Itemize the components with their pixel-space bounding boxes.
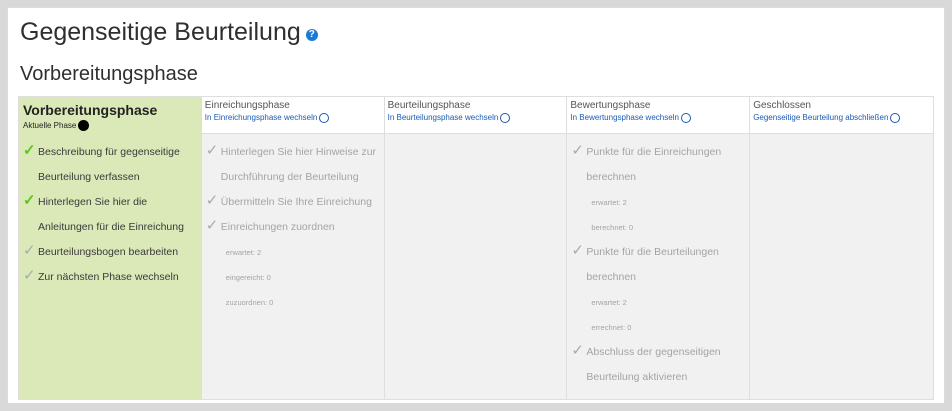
- circle-outline-icon[interactable]: [319, 112, 330, 123]
- task-info: erwartet: 2: [591, 298, 627, 307]
- switch-phase-label[interactable]: Gegenseitige Beurteilung abschließen: [753, 112, 888, 123]
- task-item: ✓ Übermitteln Sie Ihre Einreichung: [206, 190, 380, 215]
- checkmark-outline-icon: ✓: [571, 342, 584, 359]
- checkmark-outline-icon: ✓: [205, 192, 219, 209]
- phase-name: Bewertungsphase: [570, 100, 651, 111]
- task-label[interactable]: Zur nächsten Phase wechseln: [38, 265, 197, 290]
- task-item: ✓ Einreichungen zuordnen: [206, 215, 380, 240]
- phase-header: Beurteilungsphase In Beurteilungsphase w…: [384, 97, 567, 134]
- task-label: Punkte für die Einreichungen berechnen: [586, 146, 722, 183]
- checkmark-outline-icon: ✓: [571, 142, 584, 159]
- page-title: Gegenseitige Beurteilung ?: [20, 18, 318, 47]
- phase-title: Vorbereitungsphase: [20, 63, 198, 85]
- current-phase-dot-icon: [78, 120, 90, 131]
- task-item: ✓ Punkte für die Einreichungen berechnen: [571, 140, 745, 190]
- phase-header: Geschlossen Gegenseitige Beurteilung abs…: [750, 97, 933, 134]
- phase-column-einreichung: Einreichungsphase In Einreichungsphase w…: [201, 97, 385, 399]
- task-label: Einreichungen zuordnen: [220, 221, 335, 233]
- task-info: eingereicht: 0: [225, 273, 271, 282]
- phase-column-geschlossen: Geschlossen Gegenseitige Beurteilung abs…: [750, 97, 933, 399]
- task-label[interactable]: Hinterlegen Sie hier die Anleitungen für…: [38, 190, 197, 240]
- phase-name: Einreichungsphase: [204, 100, 290, 111]
- phase-header: Bewertungsphase In Bewertungsphase wechs…: [567, 97, 750, 134]
- circle-outline-icon[interactable]: [680, 112, 691, 123]
- checkmark-icon: ✓: [23, 192, 36, 209]
- task-list: ✓ Punkte für die Einreichungen berechnen…: [567, 134, 749, 390]
- phase-column-vorbereitung: Vorbereitungsphase Aktuelle Phase ✓ Besc…: [19, 97, 202, 399]
- task-label: Hinterlegen Sie hier Hinweise zur Durchf…: [220, 146, 377, 183]
- phase-header: Einreichungsphase In Einreichungsphase w…: [201, 97, 384, 134]
- task-item: ✓ Punkte für die Beurteilungen berechnen: [571, 240, 745, 290]
- task-info: erwartet: 2: [225, 248, 262, 257]
- switch-phase-link[interactable]: Gegenseitige Beurteilung abschließen: [753, 112, 930, 123]
- task-item: ✓ Hinterlegen Sie hier Hinweise zur Durc…: [206, 140, 380, 190]
- switch-phase-link[interactable]: In Einreichungsphase wechseln: [205, 112, 381, 123]
- switch-phase-link[interactable]: In Beurteilungsphase wechseln: [388, 112, 564, 123]
- phase-column-bewertung: Bewertungsphase In Bewertungsphase wechs…: [567, 97, 751, 399]
- task-label: Punkte für die Beurteilungen berechnen: [586, 246, 719, 283]
- task-item[interactable]: ✓ Zur nächsten Phase wechseln: [23, 265, 197, 290]
- task-list: ✓ Hinterlegen Sie hier Hinweise zur Durc…: [202, 134, 384, 315]
- task-label: Übermitteln Sie Ihre Einreichung: [220, 196, 372, 208]
- checkmark-outline-icon: ✓: [23, 242, 36, 259]
- phase-header: Vorbereitungsphase Aktuelle Phase: [19, 97, 201, 134]
- phase-name: Beurteilungsphase: [387, 100, 471, 111]
- task-item[interactable]: ✓ Beurteilungsbogen bearbeiten: [23, 240, 197, 265]
- task-info: zuzuordnen: 0: [225, 298, 274, 307]
- current-phase-indicator: Aktuelle Phase: [23, 120, 197, 131]
- checkmark-icon: ✓: [23, 142, 36, 159]
- switch-phase-label[interactable]: In Beurteilungsphase wechseln: [388, 112, 499, 123]
- switch-phase-label[interactable]: In Einreichungsphase wechseln: [205, 112, 318, 123]
- circle-outline-icon[interactable]: [890, 112, 901, 123]
- current-phase-label: Aktuelle Phase: [23, 121, 77, 130]
- switch-phase-link[interactable]: In Bewertungsphase wechseln: [570, 112, 746, 123]
- help-icon[interactable]: ?: [305, 28, 318, 41]
- task-label[interactable]: Beschreibung für gegenseitige Beurteilun…: [38, 140, 197, 190]
- checkmark-outline-icon: ✓: [205, 142, 219, 159]
- page-title-text: Gegenseitige Beurteilung: [20, 18, 301, 46]
- task-item: ✓ Abschluss der gegenseitigen Beurteilun…: [571, 340, 745, 390]
- task-info: berechnet: 0: [591, 223, 634, 232]
- circle-outline-icon[interactable]: [500, 112, 511, 123]
- task-info: errechnet: 0: [591, 323, 632, 332]
- phase-name: Geschlossen: [753, 100, 811, 111]
- switch-phase-label[interactable]: In Bewertungsphase wechseln: [570, 112, 679, 123]
- workshop-planner: Vorbereitungsphase Aktuelle Phase ✓ Besc…: [18, 96, 934, 400]
- workshop-panel: Gegenseitige Beurteilung ? Vorbereitungs…: [7, 7, 945, 404]
- checkmark-outline-icon: ✓: [205, 217, 219, 234]
- task-label: Abschluss der gegenseitigen Beurteilung …: [586, 346, 721, 383]
- task-list: ✓ Beschreibung für gegenseitige Beurteil…: [19, 134, 201, 290]
- task-label[interactable]: Beurteilungsbogen bearbeiten: [38, 240, 197, 265]
- phase-column-beurteilung: Beurteilungsphase In Beurteilungsphase w…: [384, 97, 568, 399]
- phase-name: Vorbereitungsphase: [23, 102, 158, 118]
- checkmark-outline-icon: ✓: [23, 267, 36, 284]
- task-info: erwartet: 2: [591, 198, 627, 207]
- checkmark-outline-icon: ✓: [571, 242, 584, 259]
- task-item[interactable]: ✓ Hinterlegen Sie hier die Anleitungen f…: [23, 190, 197, 240]
- task-item[interactable]: ✓ Beschreibung für gegenseitige Beurteil…: [23, 140, 197, 190]
